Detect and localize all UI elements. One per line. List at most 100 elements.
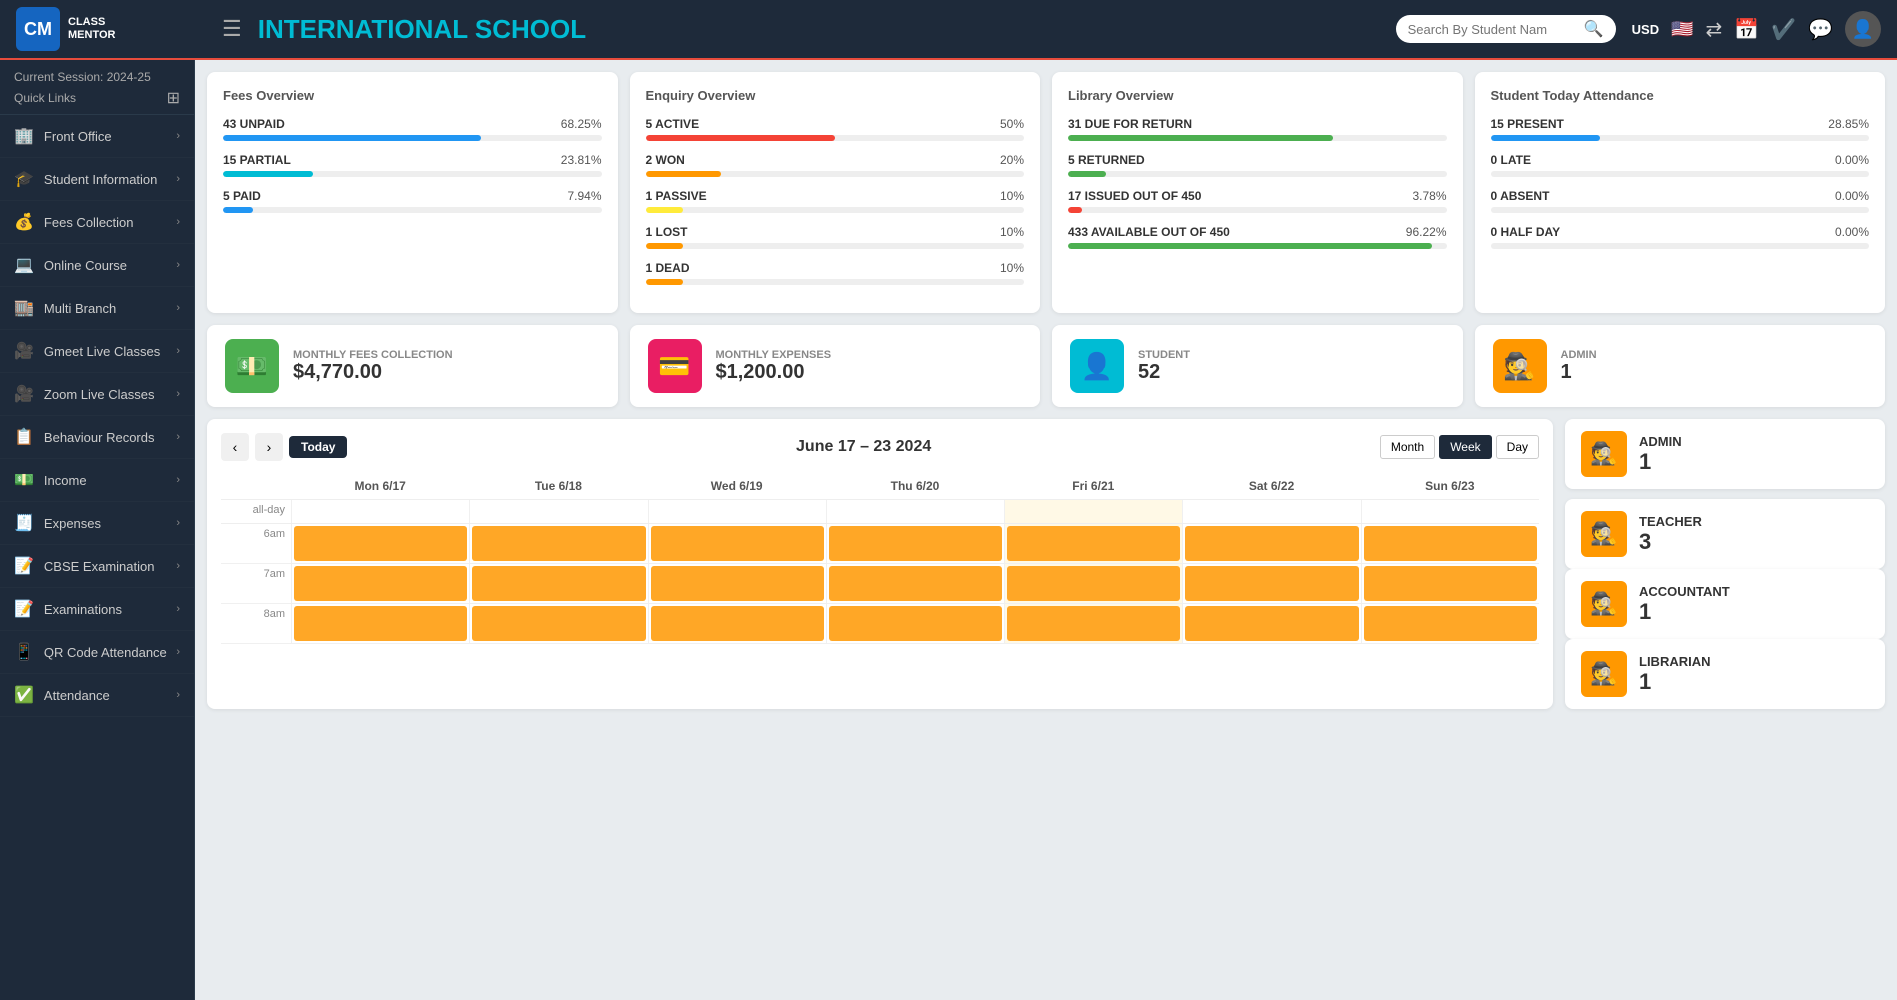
allday-sun	[1361, 500, 1539, 523]
navbar: CM CLASS MENTOR ☰ INTERNATIONAL SCHOOL 🔍…	[0, 0, 1897, 60]
sidebar-item-front-office[interactable]: 🏢 Front Office ›	[0, 115, 194, 158]
cal-day-fri: Fri 6/21	[1004, 473, 1182, 499]
content-area: Fees Overview 43 UNPAID 68.25% 15 PARTIA…	[195, 60, 1897, 1000]
cell-tue-7am[interactable]	[469, 564, 647, 603]
chevron-icon: ›	[176, 646, 180, 658]
cell-mon-6am[interactable]	[291, 524, 469, 563]
metric-card-admin: 🕵️ ADMIN 1	[1475, 325, 1886, 407]
grid-icon[interactable]: ⊞	[167, 88, 180, 108]
logo-text: CLASS MENTOR	[68, 16, 115, 42]
sidebar-item-cbse-examination[interactable]: 📝 CBSE Examination ›	[0, 545, 194, 588]
today-btn[interactable]: Today	[289, 436, 347, 458]
right-panel: 🕵️ ADMIN 1 🕵️ TEACHER 3 🕵️ ACCOUNTANT 1 …	[1565, 419, 1885, 709]
sidebar-icon: 🧾	[14, 513, 34, 533]
sidebar-item-zoom-live-classes[interactable]: 🎥 Zoom Live Classes ›	[0, 373, 194, 416]
cell-wed-6am[interactable]	[648, 524, 826, 563]
cell-thu-6am[interactable]	[826, 524, 1004, 563]
cell-mon-7am[interactable]	[291, 564, 469, 603]
checkmark-icon[interactable]: ✔️	[1771, 17, 1796, 42]
progress-bar	[223, 207, 602, 213]
cell-sat-8am[interactable]	[1182, 604, 1360, 643]
cell-sat-6am[interactable]	[1182, 524, 1360, 563]
cal-prev-btn[interactable]: ‹	[221, 433, 249, 461]
metric-info: MONTHLY EXPENSES $1,200.00	[716, 349, 832, 384]
search-box[interactable]: 🔍	[1396, 15, 1616, 43]
sidebar-item-left: 🎓 Student Information	[14, 169, 157, 189]
sidebar-item-qr-code-attendance[interactable]: 📱 QR Code Attendance ›	[0, 631, 194, 674]
cell-wed-8am[interactable]	[648, 604, 826, 643]
sidebar-item-multi-branch[interactable]: 🏬 Multi Branch ›	[0, 287, 194, 330]
stat-pct: 7.94%	[567, 189, 601, 203]
sidebar-item-left: 🏬 Multi Branch	[14, 298, 116, 318]
sidebar-item-online-course[interactable]: 💻 Online Course ›	[0, 244, 194, 287]
stat-header: 433 AVAILABLE OUT OF 450 96.22%	[1068, 225, 1447, 239]
cell-thu-7am[interactable]	[826, 564, 1004, 603]
avatar[interactable]: 👤	[1845, 11, 1881, 47]
sidebar-item-left: 📱 QR Code Attendance	[14, 642, 167, 662]
cell-tue-8am[interactable]	[469, 604, 647, 643]
admin-info: ADMIN 1	[1639, 434, 1682, 475]
sidebar-item-expenses[interactable]: 🧾 Expenses ›	[0, 502, 194, 545]
cell-sun-6am[interactable]	[1361, 524, 1539, 563]
metric-label: MONTHLY FEES COLLECTION	[293, 349, 453, 361]
cell-wed-7am[interactable]	[648, 564, 826, 603]
admin-icon: 🕵️	[1581, 431, 1627, 477]
sidebar-item-label: Multi Branch	[44, 301, 116, 316]
stat-item: 0 HALF DAY 0.00%	[1491, 225, 1870, 249]
stat-item: 0 ABSENT 0.00%	[1491, 189, 1870, 213]
metric-info: MONTHLY FEES COLLECTION $4,770.00	[293, 349, 453, 384]
chevron-icon: ›	[176, 474, 180, 486]
metric-label: ADMIN	[1561, 349, 1597, 361]
week-btn[interactable]: Week	[1439, 435, 1491, 459]
cell-fri-6am[interactable]	[1004, 524, 1182, 563]
sidebar-item-label: Examinations	[44, 602, 122, 617]
search-input[interactable]	[1408, 22, 1578, 37]
sidebar-item-attendance[interactable]: ✅ Attendance ›	[0, 674, 194, 717]
sidebar-item-income[interactable]: 💵 Income ›	[0, 459, 194, 502]
metric-icon: 💵	[225, 339, 279, 393]
sidebar-item-fees-collection[interactable]: 💰 Fees Collection ›	[0, 201, 194, 244]
stat-pct: 23.81%	[561, 153, 602, 167]
stat-header: 15 PARTIAL 23.81%	[223, 153, 602, 167]
cell-sun-7am[interactable]	[1361, 564, 1539, 603]
chevron-icon: ›	[176, 517, 180, 529]
sidebar-item-student-information[interactable]: 🎓 Student Information ›	[0, 158, 194, 201]
stat-pct: 68.25%	[561, 117, 602, 131]
cal-day-sun: Sun 6/23	[1361, 473, 1539, 499]
hamburger-icon[interactable]: ☰	[222, 16, 242, 42]
progress-fill	[223, 207, 253, 213]
cal-days-header: Mon 6/17 Tue 6/18 Wed 6/19 Thu 6/20 Fri …	[221, 473, 1539, 500]
sidebar-icon: 📱	[14, 642, 34, 662]
swap-icon[interactable]: ⇄	[1706, 17, 1723, 42]
progress-fill	[646, 243, 684, 249]
progress-bar	[1068, 243, 1447, 249]
sidebar-item-behaviour-records[interactable]: 📋 Behaviour Records ›	[0, 416, 194, 459]
cell-thu-8am[interactable]	[826, 604, 1004, 643]
calendar-icon[interactable]: 📅	[1734, 17, 1759, 42]
progress-bar	[646, 135, 1025, 141]
cell-fri-7am[interactable]	[1004, 564, 1182, 603]
cell-sat-7am[interactable]	[1182, 564, 1360, 603]
stat-pct: 96.22%	[1406, 225, 1447, 239]
whatsapp-icon[interactable]: 💬	[1808, 17, 1833, 42]
sidebar: Current Session: 2024-25 Quick Links ⊞ 🏢…	[0, 60, 195, 1000]
sidebar-item-gmeet-live-classes[interactable]: 🎥 Gmeet Live Classes ›	[0, 330, 194, 373]
overview-row: Fees Overview 43 UNPAID 68.25% 15 PARTIA…	[207, 72, 1885, 313]
cell-sun-8am[interactable]	[1361, 604, 1539, 643]
stat-header: 0 ABSENT 0.00%	[1491, 189, 1870, 203]
day-btn[interactable]: Day	[1496, 435, 1539, 459]
search-icon[interactable]: 🔍	[1584, 19, 1604, 39]
person-count: 1	[1639, 599, 1730, 625]
sidebar-icon: 🎥	[14, 341, 34, 361]
session-label: Current Session: 2024-25	[14, 70, 151, 84]
person-card-teacher: 🕵️ TEACHER 3	[1565, 499, 1885, 569]
cell-fri-8am[interactable]	[1004, 604, 1182, 643]
sidebar-item-examinations[interactable]: 📝 Examinations ›	[0, 588, 194, 631]
progress-fill	[646, 207, 684, 213]
stat-header: 1 DEAD 10%	[646, 261, 1025, 275]
cell-tue-6am[interactable]	[469, 524, 647, 563]
month-btn[interactable]: Month	[1380, 435, 1435, 459]
cal-next-btn[interactable]: ›	[255, 433, 283, 461]
progress-bar	[1068, 207, 1447, 213]
cell-mon-8am[interactable]	[291, 604, 469, 643]
